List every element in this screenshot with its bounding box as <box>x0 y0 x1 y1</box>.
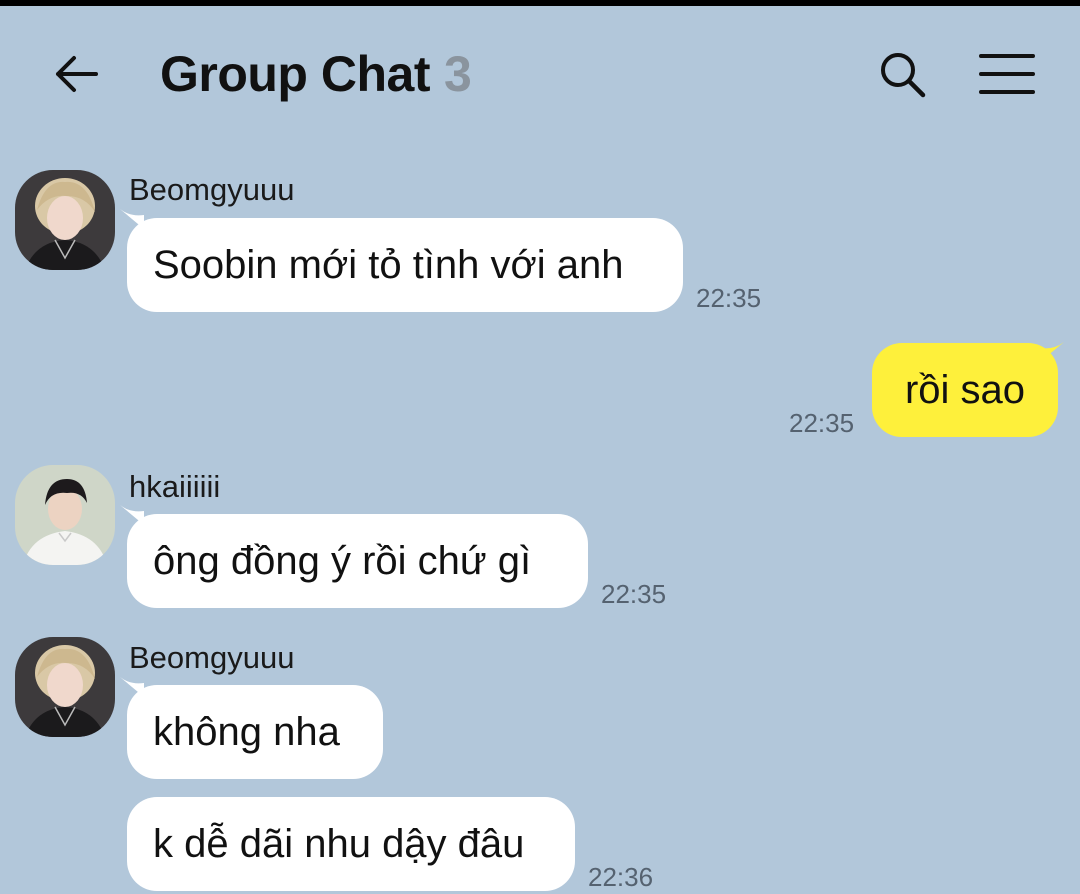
back-button[interactable] <box>48 46 104 102</box>
message-bubble[interactable]: k dễ dãi nhu dậy đâu <box>127 797 575 891</box>
sender-name: Beomgyuuu <box>129 172 295 207</box>
profile-photo <box>15 170 115 270</box>
message-text: ông đồng ý rồi chứ gì <box>153 538 532 583</box>
message-timestamp: 22:35 <box>789 408 855 438</box>
menu-button[interactable] <box>974 44 1040 104</box>
message-bubble[interactable]: Soobin mới tỏ tình với anh <box>127 218 683 312</box>
message-text: Soobin mới tỏ tình với anh <box>153 242 624 287</box>
message-text: rồi sao <box>904 367 1026 412</box>
message-timestamp: 22:36 <box>588 862 654 892</box>
message-timestamp: 22:35 <box>601 579 667 609</box>
message-bubble[interactable]: ông đồng ý rồi chứ gì <box>127 514 588 608</box>
arrow-left-icon <box>56 56 98 92</box>
message-timestamp: 22:35 <box>696 283 762 313</box>
bubble-tail <box>1040 342 1064 362</box>
message-text: k dễ dãi nhu dậy đâu <box>153 821 525 866</box>
message-bubble-outgoing[interactable]: rồi sao <box>872 343 1058 437</box>
message-text: không nha <box>153 709 340 754</box>
profile-photo <box>15 637 115 737</box>
sender-name: Beomgyuuu <box>129 640 295 675</box>
message-bubble[interactable]: không nha <box>127 685 383 779</box>
search-icon <box>881 53 926 98</box>
chat-header: Group Chat 3 <box>0 6 1080 136</box>
avatar-beomgyuuu[interactable] <box>15 637 115 737</box>
search-button[interactable] <box>872 44 932 104</box>
avatar-hkaiiiiii[interactable] <box>15 465 115 565</box>
profile-photo <box>15 465 115 565</box>
hamburger-menu-icon <box>979 54 1035 94</box>
sender-name: hkaiiiiii <box>129 469 221 504</box>
member-count: 3 <box>443 46 472 102</box>
chat-title-text: Group Chat <box>160 46 430 102</box>
chat-title: Group Chat 3 <box>160 44 472 104</box>
avatar-beomgyuuu[interactable] <box>15 170 115 270</box>
